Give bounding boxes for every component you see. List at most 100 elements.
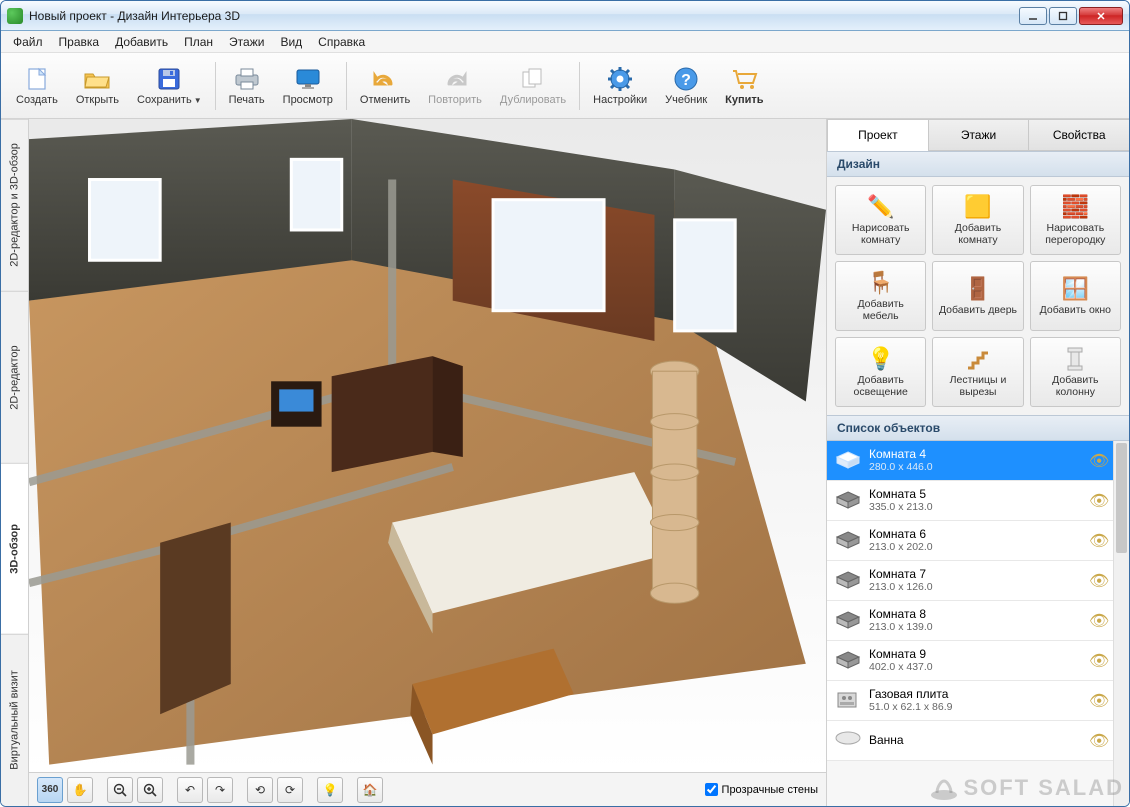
object-list-item[interactable]: Комната 6213.0 x 202.0 👁 xyxy=(827,521,1113,561)
right-panel: Проект Этажи Свойства Дизайн ✏️Нарисоват… xyxy=(827,119,1129,806)
tilt-left-button[interactable]: ⟲ xyxy=(247,777,273,803)
tab-virtual-visit[interactable]: Виртуальный визит xyxy=(1,634,28,806)
object-icon xyxy=(835,650,861,672)
right-tabs: Проект Этажи Свойства xyxy=(827,119,1129,151)
draw-room-button[interactable]: ✏️Нарисовать комнату xyxy=(835,185,926,255)
tab-3d[interactable]: 3D-обзор xyxy=(1,463,28,635)
wall-icon: 🧱 xyxy=(1061,194,1089,220)
visibility-eye-icon[interactable]: 👁 xyxy=(1089,531,1105,551)
settings-button[interactable]: Настройки xyxy=(584,57,656,115)
section-design: Дизайн xyxy=(827,151,1129,177)
object-list-item[interactable]: Комната 8213.0 x 139.0👁 xyxy=(827,601,1113,641)
object-name: Комната 5 xyxy=(869,488,1081,502)
lighting-button[interactable]: 💡 xyxy=(317,777,343,803)
cart-icon xyxy=(728,66,760,92)
add-light-button[interactable]: 💡Добавить освещение xyxy=(835,337,926,407)
menu-plan[interactable]: План xyxy=(176,33,221,51)
print-button[interactable]: Печать xyxy=(220,57,274,115)
scene-render xyxy=(29,119,826,772)
toolbar-sep xyxy=(215,62,216,110)
minimize-button[interactable] xyxy=(1019,7,1047,25)
visibility-eye-icon[interactable]: 👁 xyxy=(1089,451,1105,471)
zoom-in-button[interactable] xyxy=(137,777,163,803)
buy-button[interactable]: Купить xyxy=(716,57,772,115)
object-icon xyxy=(835,610,861,632)
stairs-button[interactable]: Лестницы и вырезы xyxy=(932,337,1023,407)
object-dim: 213.0 x 202.0 xyxy=(869,541,1081,553)
open-button[interactable]: Открыть xyxy=(67,57,128,115)
rotate-right-button[interactable]: ↷ xyxy=(207,777,233,803)
menu-add[interactable]: Добавить xyxy=(107,33,176,51)
tutorial-button[interactable]: ? Учебник xyxy=(656,57,716,115)
object-text: Комната 9402.0 x 437.0 xyxy=(869,648,1081,674)
preview-button[interactable]: Просмотр xyxy=(274,57,342,115)
add-window-button[interactable]: 🪟Добавить окно xyxy=(1030,261,1121,331)
chevron-down-icon: ▼ xyxy=(194,96,202,105)
add-room-button[interactable]: 🟨Добавить комнату xyxy=(932,185,1023,255)
zoom-out-icon xyxy=(113,783,127,797)
tab-2d[interactable]: 2D-редактор xyxy=(1,291,28,463)
create-button[interactable]: Создать xyxy=(7,57,67,115)
add-furniture-button[interactable]: 🪑Добавить мебель xyxy=(835,261,926,331)
object-icon xyxy=(835,450,861,472)
stairs-icon xyxy=(964,346,992,372)
tab-floors[interactable]: Этажи xyxy=(928,119,1030,150)
menu-edit[interactable]: Правка xyxy=(51,33,108,51)
menu-floors[interactable]: Этажи xyxy=(221,33,272,51)
menu-file[interactable]: Файл xyxy=(5,33,51,51)
visibility-eye-icon[interactable]: 👁 xyxy=(1089,731,1105,751)
home-icon: 🏠 xyxy=(363,783,378,797)
visibility-eye-icon[interactable]: 👁 xyxy=(1089,651,1105,671)
object-name: Комната 4 xyxy=(869,448,1081,462)
object-list-item[interactable]: Ванна 👁 xyxy=(827,721,1113,761)
bulb-icon: 💡 xyxy=(867,346,895,372)
scrollbar-thumb[interactable] xyxy=(1116,443,1127,553)
redo-button[interactable]: Повторить xyxy=(419,57,491,115)
menu-view[interactable]: Вид xyxy=(272,33,310,51)
object-text: Комната 7213.0 x 126.0 xyxy=(869,568,1081,594)
duplicate-button[interactable]: Дублировать xyxy=(491,57,575,115)
draw-partition-button[interactable]: 🧱Нарисовать перегородку xyxy=(1030,185,1121,255)
save-button[interactable]: Сохранить▼ xyxy=(128,57,211,115)
rotate-360-button[interactable]: 360 xyxy=(37,777,63,803)
pan-button[interactable]: ✋ xyxy=(67,777,93,803)
object-scroll[interactable]: Комната 4280.0 x 446.0👁Комната 5335.0 x … xyxy=(827,441,1113,806)
object-list: Комната 4280.0 x 446.0👁Комната 5335.0 x … xyxy=(827,441,1129,806)
maximize-button[interactable] xyxy=(1049,7,1077,25)
object-icon xyxy=(835,570,861,592)
visibility-eye-icon[interactable]: 👁 xyxy=(1089,611,1105,631)
object-list-item[interactable]: Комната 7213.0 x 126.0 👁 xyxy=(827,561,1113,601)
content-area: 2D-редактор и 3D-обзор 2D-редактор 3D-об… xyxy=(1,119,1129,806)
undo-button[interactable]: Отменить xyxy=(351,57,419,115)
tab-props[interactable]: Свойства xyxy=(1028,119,1130,150)
visibility-eye-icon[interactable]: 👁 xyxy=(1089,691,1105,711)
scrollbar[interactable] xyxy=(1113,441,1129,806)
menu-help[interactable]: Справка xyxy=(310,33,373,51)
object-name: Комната 8 xyxy=(869,608,1081,622)
add-door-button[interactable]: 🚪Добавить дверь xyxy=(932,261,1023,331)
tab-2d-3d[interactable]: 2D-редактор и 3D-обзор xyxy=(1,119,28,291)
tab-project[interactable]: Проект xyxy=(827,119,929,150)
object-list-item[interactable]: Комната 4280.0 x 446.0👁 xyxy=(827,441,1113,481)
object-list-item[interactable]: Газовая плита51.0 x 62.1 x 86.9👁 xyxy=(827,681,1113,721)
object-text: Комната 6213.0 x 202.0 xyxy=(869,528,1081,554)
transparent-walls-checkbox[interactable]: Прозрачные стены xyxy=(705,783,818,796)
visibility-eye-icon[interactable]: 👁 xyxy=(1089,491,1105,511)
folder-open-icon xyxy=(81,66,113,92)
zoom-out-button[interactable] xyxy=(107,777,133,803)
add-column-button[interactable]: Добавить колонну xyxy=(1030,337,1121,407)
rotate-left-button[interactable]: ↶ xyxy=(177,777,203,803)
printer-icon xyxy=(231,66,263,92)
home-view-button[interactable]: 🏠 xyxy=(357,777,383,803)
object-list-item[interactable]: Комната 5335.0 x 213.0👁 xyxy=(827,481,1113,521)
viewport-3d[interactable] xyxy=(29,119,826,772)
visibility-eye-icon[interactable]: 👁 xyxy=(1089,571,1105,591)
menubar: Файл Правка Добавить План Этажи Вид Спра… xyxy=(1,31,1129,53)
tilt-right-button[interactable]: ⟳ xyxy=(277,777,303,803)
transparent-walls-input[interactable] xyxy=(705,783,718,796)
object-dim: 402.0 x 437.0 xyxy=(869,661,1081,673)
object-list-item[interactable]: Комната 9402.0 x 437.0 👁 xyxy=(827,641,1113,681)
object-text: Ванна xyxy=(869,734,1081,748)
close-button[interactable] xyxy=(1079,7,1123,25)
floppy-icon xyxy=(153,66,185,92)
